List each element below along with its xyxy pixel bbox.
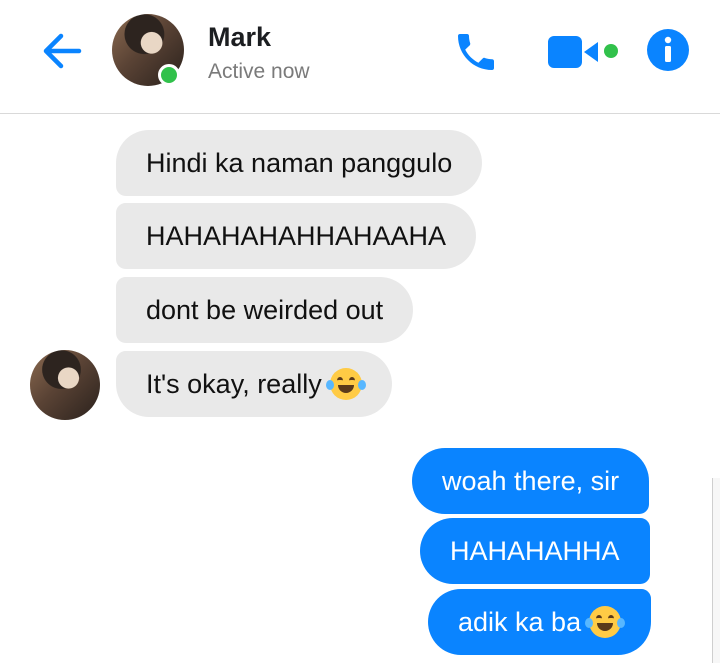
video-call-button[interactable] [542,30,606,74]
arrow-left-icon [43,33,82,69]
contact-avatar[interactable] [112,14,184,86]
info-button[interactable] [644,26,692,74]
info-icon [647,29,689,71]
outgoing-message[interactable]: adik ka ba [428,589,652,655]
outgoing-message[interactable]: HAHAHAHHA [420,518,650,584]
incoming-message[interactable]: dont be weirded out [116,277,414,343]
sender-avatar[interactable] [30,350,100,420]
online-status-dot [158,64,180,86]
tears-of-joy-emoji [325,367,366,400]
message-text: Hindi ka naman panggulo [146,148,453,178]
message-text: dont be weirded out [146,295,384,325]
message-text: HAHAHAHAHHAHAAHA [146,221,447,251]
message-text: It's okay, really [146,369,322,399]
tears-of-joy-emoji [585,605,626,638]
contact-name[interactable]: Mark [208,22,271,53]
incoming-message[interactable]: HAHAHAHAHHAHAAHA [116,203,477,269]
outgoing-message[interactable]: woah there, sir [412,448,650,514]
incoming-message[interactable]: It's okay, really [116,351,392,417]
chat-header: Mark Active now [0,0,720,114]
message-text: HAHAHAHHA [450,536,620,566]
video-camera-icon [548,36,598,68]
phone-icon [458,34,494,70]
back-button[interactable] [38,28,84,74]
message-text: adik ka ba [458,607,582,637]
online-indicator-dot [604,44,618,58]
message-text: woah there, sir [442,466,620,496]
scrollbar[interactable] [712,478,720,663]
active-status: Active now [208,60,310,83]
incoming-message[interactable]: Hindi ka naman panggulo [116,130,483,196]
voice-call-button[interactable] [450,26,502,78]
